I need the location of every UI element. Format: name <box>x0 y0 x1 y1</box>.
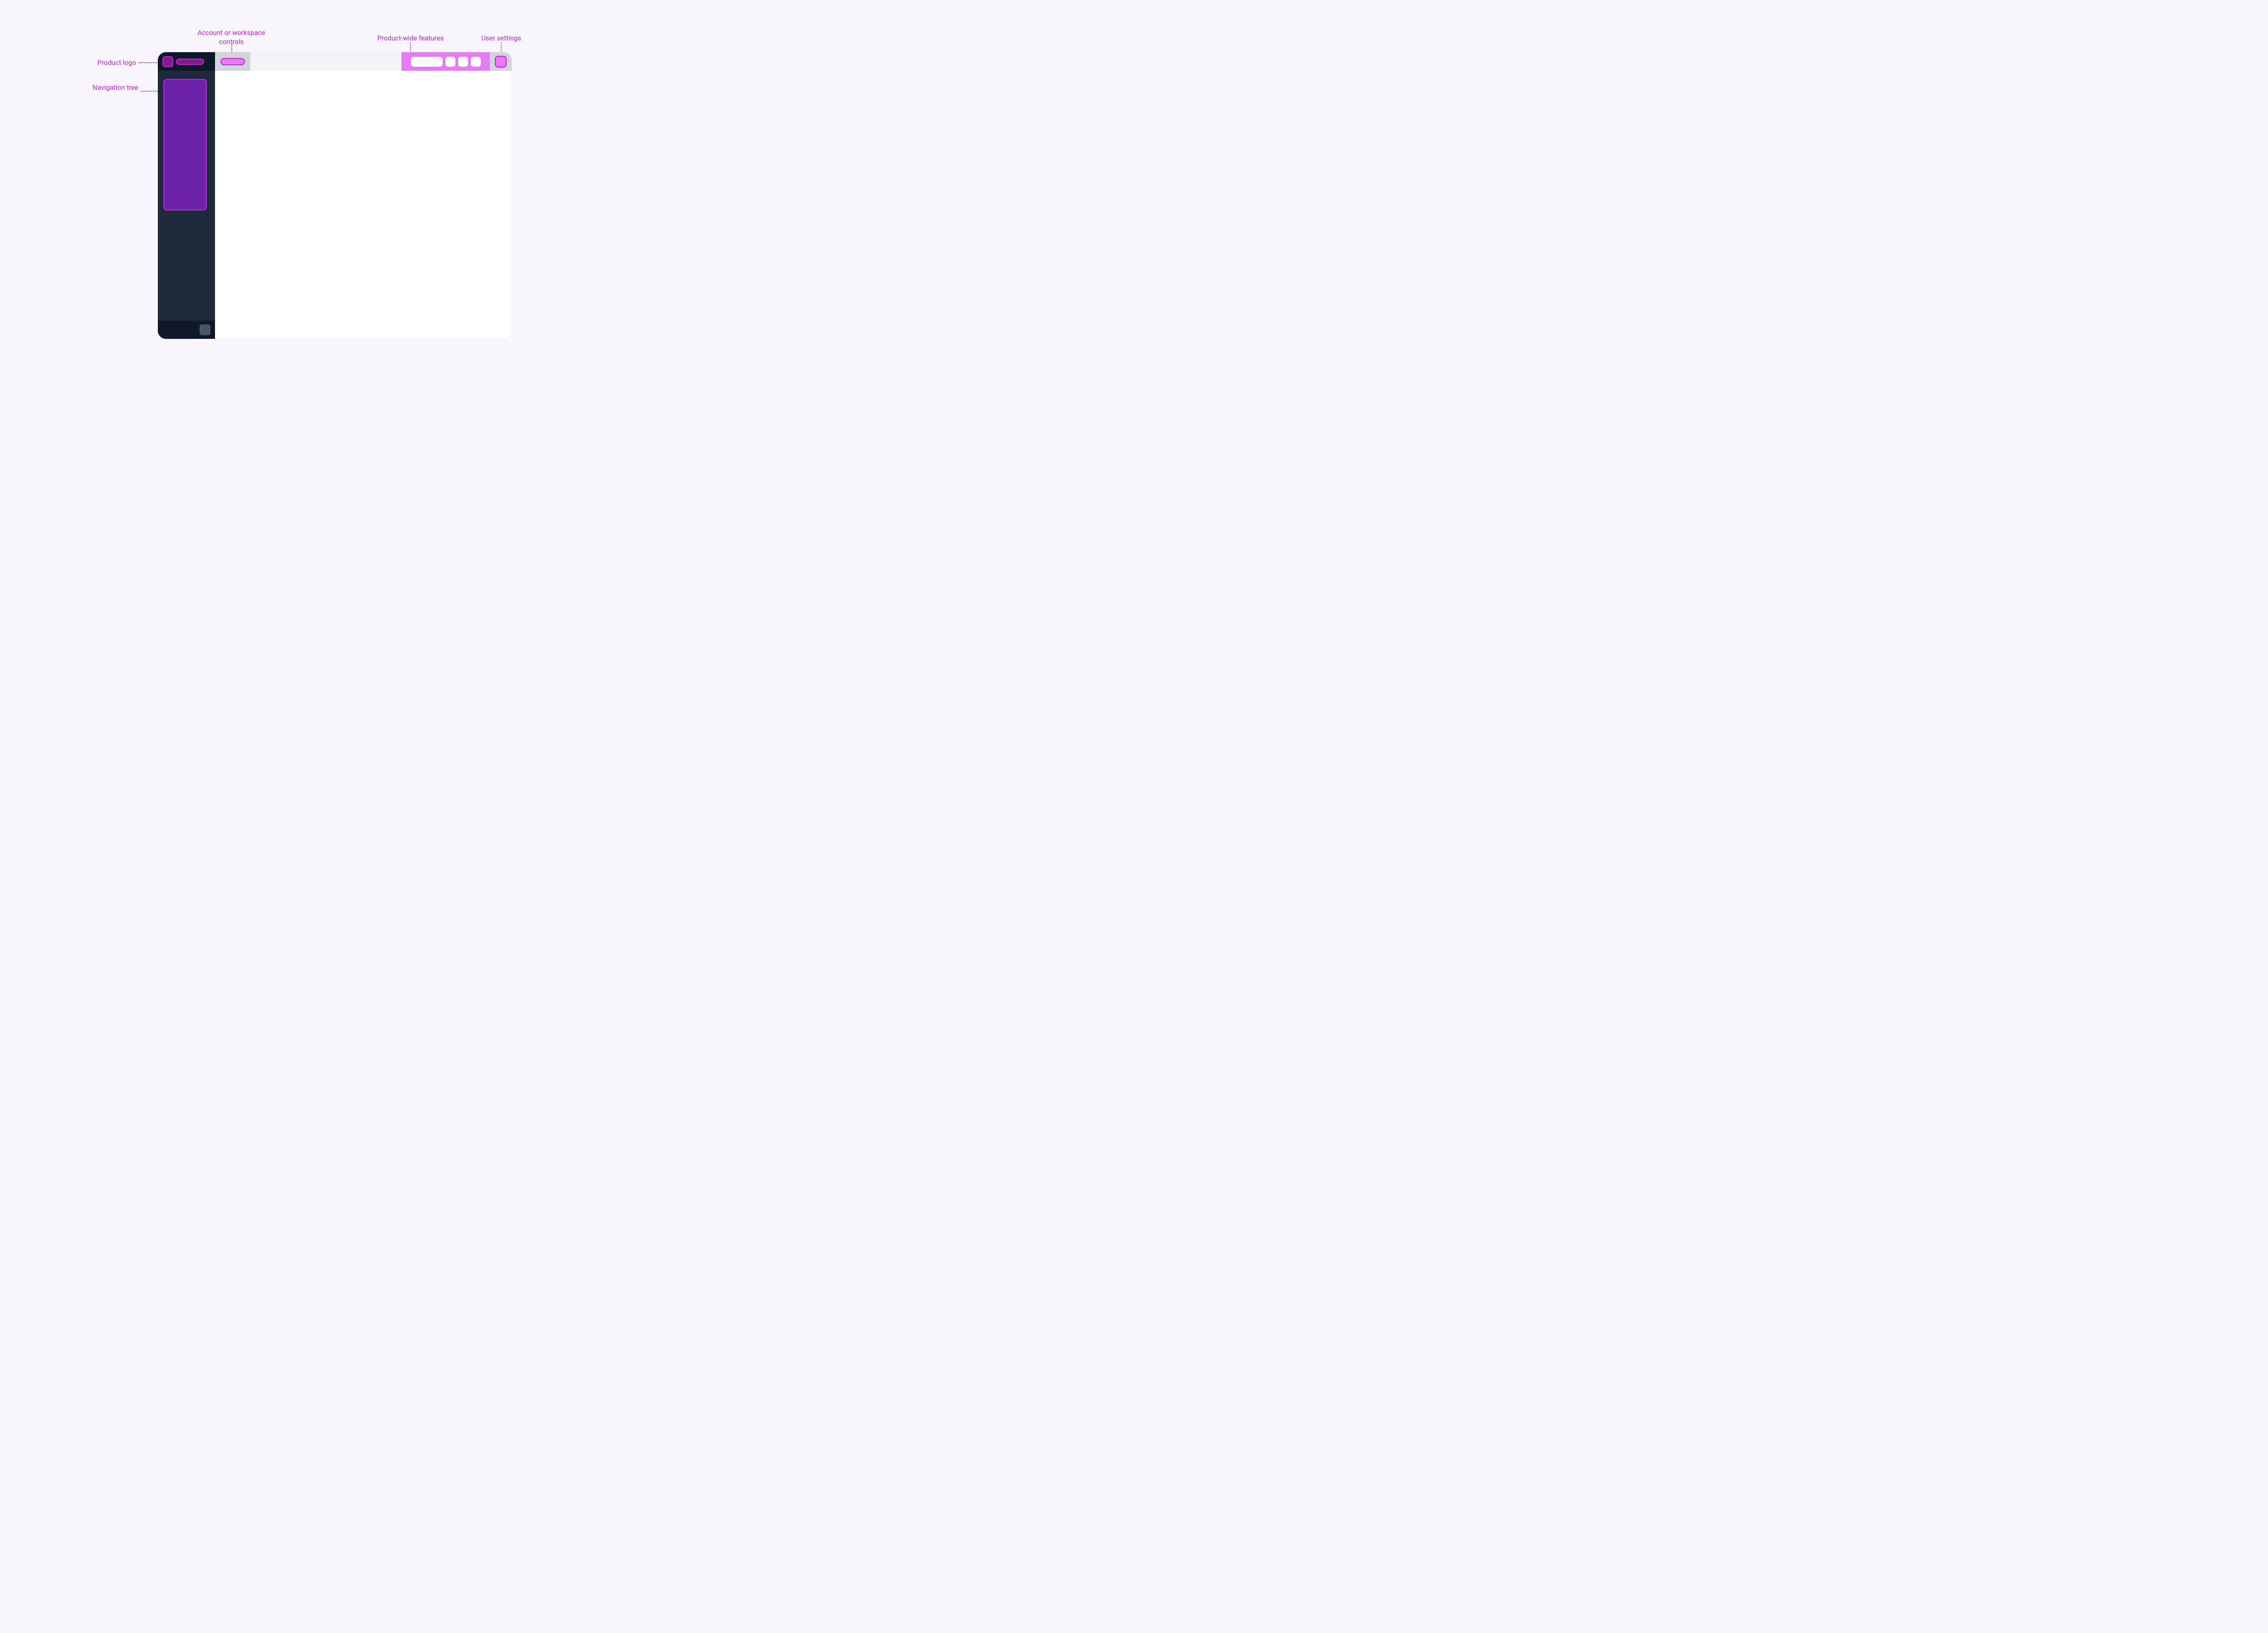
label-user-settings: User settings <box>463 34 540 43</box>
topbar <box>215 52 512 71</box>
user-settings-region <box>490 52 512 71</box>
product-wide-features-region <box>401 52 490 71</box>
product-feature-item[interactable] <box>458 57 468 67</box>
app-window <box>158 52 512 339</box>
account-workspace-selector[interactable] <box>220 58 245 65</box>
label-product-features: Product-wide features <box>349 34 472 43</box>
user-settings-button[interactable] <box>495 56 507 68</box>
sidebar-footer-control[interactable] <box>200 324 210 335</box>
label-product-logo: Product logo <box>45 58 136 67</box>
main-content <box>215 71 512 339</box>
product-feature-item[interactable] <box>411 57 443 67</box>
sidebar-footer <box>158 321 215 339</box>
product-feature-item[interactable] <box>471 57 481 67</box>
product-logo-wordmark[interactable] <box>176 59 204 65</box>
product-logo-mark[interactable] <box>162 56 173 67</box>
label-account-workspace: Account or workspace controls <box>186 28 277 47</box>
account-workspace-region <box>215 52 250 71</box>
product-feature-item[interactable] <box>445 57 455 67</box>
navigation-tree[interactable] <box>163 79 207 210</box>
leader-product-logo <box>139 62 161 63</box>
sidebar <box>158 52 215 339</box>
topbar-spacer <box>250 52 401 71</box>
sidebar-body <box>158 71 215 321</box>
sidebar-header <box>158 52 215 71</box>
label-navigation-tree: Navigation tree <box>48 83 138 92</box>
